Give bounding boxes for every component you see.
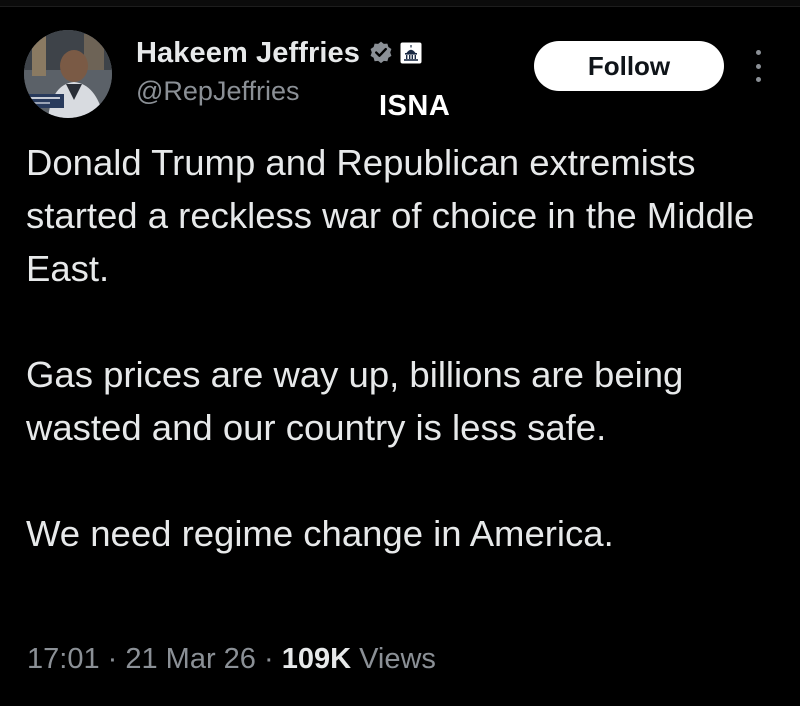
avatar[interactable]	[24, 30, 112, 118]
capitol-building-icon[interactable]	[400, 42, 422, 64]
tweet-date[interactable]: 21 Mar 26	[125, 643, 256, 676]
more-dot	[755, 77, 761, 82]
views-label: Views	[351, 643, 436, 675]
tweet-paragraph: Donald Trump and Republican extremists s…	[26, 142, 755, 289]
tweet-meta: 17:01 · 21 Mar 26 · 109K Views	[27, 643, 436, 676]
tweet-text: Donald Trump and Republican extremists s…	[26, 136, 786, 560]
tweet-paragraph: Gas prices are way up, billions are bein…	[26, 354, 684, 448]
display-name[interactable]: Hakeem Jeffries	[136, 37, 360, 70]
name-row: Hakeem Jeffries	[136, 36, 422, 70]
avatar-image	[24, 30, 112, 118]
meta-separator: ·	[99, 643, 126, 675]
tweet-time[interactable]: 17:01	[27, 643, 100, 676]
follow-button[interactable]: Follow	[534, 41, 724, 91]
more-dot	[755, 63, 761, 69]
user-handle[interactable]: @RepJeffries	[136, 76, 299, 107]
watermark: ISNA	[379, 90, 451, 122]
views-count[interactable]: 109K	[282, 643, 351, 676]
meta-separator: ·	[255, 643, 282, 675]
more-dot	[755, 50, 761, 55]
top-divider	[0, 0, 800, 7]
tweet-paragraph: We need regime change in America.	[26, 513, 614, 554]
verified-badge-icon[interactable]	[368, 40, 394, 66]
more-options-icon[interactable]	[748, 50, 768, 82]
